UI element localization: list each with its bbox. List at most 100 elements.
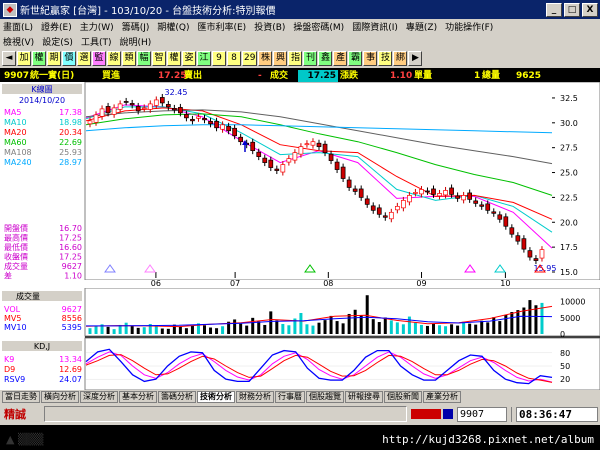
quote-bar: 9907 統一實(日) 買進 17.25 賣出 - 成交 17.25 漲跌 1.…: [0, 70, 600, 82]
toolbar-button-16[interactable]: 29: [242, 51, 258, 66]
toolbar-button-17[interactable]: 株: [258, 51, 273, 66]
toolbar-button-18[interactable]: 興: [273, 51, 288, 66]
separator: [511, 406, 512, 422]
toolbar-button-25[interactable]: 技: [378, 51, 393, 66]
candle-body-34: [292, 152, 298, 161]
menu-item-0[interactable]: 畫面(L): [3, 20, 33, 33]
toolbar-button-10[interactable]: 智: [152, 51, 166, 66]
toolbar-button-20[interactable]: 刊: [303, 51, 318, 66]
candle-body-0: [87, 120, 93, 125]
tab-1[interactable]: 橫向分析: [41, 390, 79, 403]
ohlc-label-5: 差: [4, 271, 12, 281]
kdj-value-1: 12.69: [59, 365, 82, 374]
menu-item-2[interactable]: 主力(W): [80, 20, 114, 33]
alert-color-blue: [443, 409, 453, 419]
toolbar-button-3[interactable]: 期: [47, 51, 61, 66]
toolbar-button-7[interactable]: 線: [107, 51, 121, 66]
toolbar-button-2[interactable]: 權: [32, 51, 46, 66]
candle-body-3: [105, 106, 111, 114]
candle-body-30: [268, 159, 274, 168]
tab-6[interactable]: 財務分析: [236, 390, 274, 403]
minimize-button[interactable]: _: [546, 2, 562, 17]
close-button[interactable]: X: [582, 2, 598, 17]
toolbar-button-23[interactable]: 霸: [348, 51, 363, 66]
tab-0[interactable]: 當日走勢: [2, 390, 40, 403]
kdj-value-2: 24.07: [59, 375, 82, 384]
toolbar-button-0[interactable]: ◄: [2, 51, 16, 66]
toolbar-button-5[interactable]: 選: [77, 51, 91, 66]
toolbar-button-12[interactable]: 姿: [182, 51, 196, 66]
toolbar-button-14[interactable]: 9: [212, 51, 226, 66]
candle-body-71: [515, 235, 521, 242]
volume-bar-7: [130, 325, 134, 334]
candle-body-41: [334, 161, 340, 170]
candle-body-7: [129, 103, 135, 106]
ohlc-value-1: 17.25: [59, 234, 82, 243]
toolbar-button-4[interactable]: 價: [62, 51, 76, 66]
toolbar-button-24[interactable]: 事: [363, 51, 378, 66]
toolbar-button-15[interactable]: 8: [227, 51, 241, 66]
tab-9[interactable]: 研報搜尋: [345, 390, 383, 403]
change-value: 1.10: [390, 71, 413, 81]
menu-item-8[interactable]: 國際資訊(I): [352, 20, 398, 33]
tab-10[interactable]: 個股新聞: [384, 390, 422, 403]
volume-bar-62: [462, 321, 466, 334]
toolbar-button-13[interactable]: 江: [197, 51, 211, 66]
candle-body-60: [449, 187, 454, 195]
menu-item-7[interactable]: 操盤密碼(M): [293, 20, 344, 33]
toolbar-button-6[interactable]: 監: [92, 51, 106, 66]
toolbar-button-27[interactable]: ▶: [408, 51, 423, 66]
trade-label: 成交: [270, 71, 289, 81]
total-value: 9625: [516, 71, 542, 81]
maximize-button[interactable]: □: [564, 2, 580, 17]
toolbar-button-1[interactable]: 加: [17, 51, 31, 66]
volume-bar-60: [450, 324, 454, 334]
volume-bar-13: [166, 328, 170, 334]
menu-item-1[interactable]: 證券(E): [41, 20, 72, 33]
tab-4[interactable]: 籌碼分析: [158, 390, 196, 403]
volume-bar-57: [432, 323, 435, 334]
menu-item-6[interactable]: 投資(B): [254, 20, 285, 33]
menu-item-5[interactable]: 匯市利率(E): [197, 20, 246, 33]
tab-8[interactable]: 個股趨覽: [306, 390, 344, 403]
tab-2[interactable]: 深度分析: [80, 390, 118, 403]
stock-code: 9907: [4, 71, 30, 81]
candle-body-65: [479, 204, 485, 207]
tab-3[interactable]: 基本分析: [119, 390, 157, 403]
vol-label-1: MV5: [4, 314, 21, 323]
volume-bar-22: [221, 326, 225, 334]
candle-body-15: [178, 107, 183, 114]
menu-item-4[interactable]: 期權(Q): [157, 20, 189, 33]
menu2-item-1[interactable]: 設定(S): [42, 35, 73, 48]
menu-item-10[interactable]: 功能操作(F): [445, 20, 493, 33]
volume-label: 單量: [414, 71, 433, 81]
candle-body-68: [497, 214, 503, 220]
toolbar-button-22[interactable]: 產: [333, 51, 348, 66]
menu2-item-0[interactable]: 檢視(V): [3, 35, 34, 48]
menu2-item-2[interactable]: 工具(T): [81, 35, 112, 48]
candle-body-47: [370, 205, 376, 211]
clock: 08:36:47: [516, 406, 598, 422]
tab-7[interactable]: 行事曆: [275, 390, 305, 403]
toolbar-button-19[interactable]: 指: [288, 51, 303, 66]
tab-5[interactable]: 技術分析: [197, 390, 235, 403]
candle-body-16: [184, 114, 189, 119]
toolbar-button-21[interactable]: 鑫: [318, 51, 333, 66]
code-input[interactable]: 9907: [457, 406, 507, 422]
technical-chart[interactable]: K線圖 2014/10/20 MA5 17.38 MA10 18.98 MA20 20.34 M…: [0, 82, 600, 390]
candle-body-6: [123, 101, 129, 103]
menu-item-9[interactable]: 專題(Z): [406, 20, 437, 33]
tab-11[interactable]: 產業分析: [423, 390, 461, 403]
volume-bar-55: [419, 324, 423, 334]
toolbar-button-9[interactable]: 幅: [137, 51, 151, 66]
toolbar-button-11[interactable]: 權: [167, 51, 181, 66]
message-field: [44, 406, 407, 422]
volume-bar-0: [88, 328, 92, 334]
toolbar-button-8[interactable]: 類: [122, 51, 136, 66]
menu2-item-3[interactable]: 說明(H): [119, 35, 151, 48]
ma-value-4: 25.93: [59, 148, 82, 157]
menu-item-3[interactable]: 籌碼(J): [122, 20, 150, 33]
ohlc-label-3: 收盤價: [4, 252, 28, 262]
ma-value-3: 22.69: [59, 138, 82, 147]
toolbar-button-26[interactable]: 綁: [393, 51, 408, 66]
